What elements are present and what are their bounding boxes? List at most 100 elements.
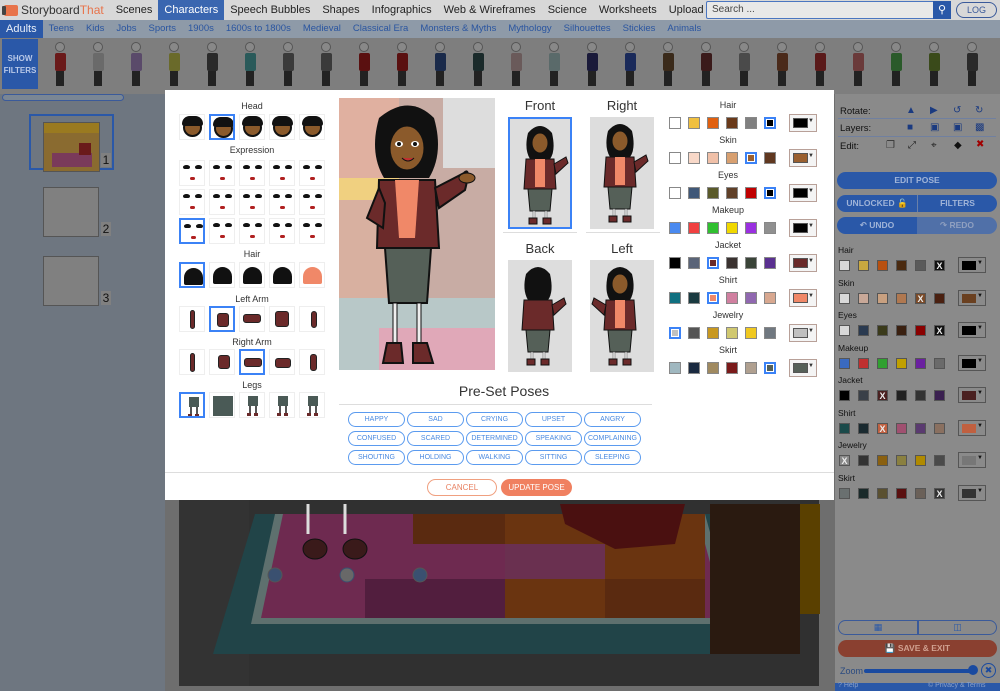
unlocked-button[interactable]: UNLOCKED 🔓 bbox=[837, 195, 917, 212]
color-swatch[interactable] bbox=[669, 257, 681, 269]
pose-button-confused[interactable]: CONFUSED bbox=[348, 431, 405, 446]
expression-option[interactable] bbox=[269, 160, 295, 186]
search-input[interactable]: Search ... bbox=[706, 1, 950, 19]
color-swatch[interactable] bbox=[707, 362, 719, 374]
color-swatch[interactable]: X bbox=[915, 292, 926, 304]
cell-thumbnail-3[interactable] bbox=[43, 256, 99, 306]
color-picker-dropdown[interactable]: ▼ bbox=[958, 354, 986, 371]
color-swatch[interactable] bbox=[858, 487, 869, 499]
color-swatch[interactable] bbox=[934, 455, 945, 466]
head-option[interactable] bbox=[239, 114, 265, 140]
send-backward-icon[interactable]: ▣ bbox=[953, 122, 962, 133]
cancel-button[interactable]: CANCEL bbox=[427, 479, 497, 496]
head-option[interactable] bbox=[209, 114, 235, 140]
character-thumbnail[interactable] bbox=[776, 42, 788, 90]
right-arm-option[interactable] bbox=[269, 349, 295, 375]
pose-button-happy[interactable]: HAPPY bbox=[348, 412, 405, 427]
color-swatch[interactable] bbox=[688, 362, 700, 374]
help-link[interactable]: ? Help bbox=[838, 682, 858, 689]
show-filters-button[interactable]: SHOW FILTERS bbox=[2, 39, 38, 89]
pose-button-complaining[interactable]: COMPLAINING bbox=[584, 431, 641, 446]
crop-icon[interactable]: ⌖ bbox=[931, 140, 937, 151]
color-swatch[interactable] bbox=[726, 187, 738, 199]
left-arm-option[interactable] bbox=[269, 306, 295, 332]
color-swatch[interactable] bbox=[858, 357, 869, 369]
hair-option[interactable] bbox=[179, 262, 205, 288]
view-option-right[interactable] bbox=[590, 117, 654, 229]
nav-item-science[interactable]: Science bbox=[542, 0, 593, 20]
color-swatch[interactable] bbox=[896, 390, 907, 401]
subnav-tab-monsters-myths[interactable]: Monsters & Myths bbox=[414, 20, 502, 38]
legs-option[interactable] bbox=[299, 392, 325, 418]
color-swatch[interactable] bbox=[896, 292, 907, 304]
character-thumbnail[interactable] bbox=[92, 42, 104, 90]
color-swatch[interactable] bbox=[896, 487, 907, 499]
character-thumbnail[interactable] bbox=[358, 42, 370, 90]
color-swatch[interactable] bbox=[915, 487, 926, 499]
color-swatch[interactable] bbox=[745, 187, 757, 199]
color-swatch[interactable] bbox=[669, 222, 681, 234]
character-thumbnail[interactable] bbox=[700, 42, 712, 90]
head-option[interactable] bbox=[269, 114, 295, 140]
color-swatch[interactable] bbox=[877, 357, 888, 369]
logout-button[interactable]: LOG OUT bbox=[956, 2, 997, 29]
cell-thumbnail-1[interactable] bbox=[43, 122, 100, 172]
view-option-back[interactable] bbox=[508, 260, 572, 372]
color-swatch[interactable]: X bbox=[877, 422, 888, 434]
nav-item-characters[interactable]: Characters bbox=[158, 0, 225, 20]
color-picker-dropdown[interactable]: ▼ bbox=[958, 452, 986, 468]
color-swatch[interactable] bbox=[726, 152, 738, 164]
character-thumbnail[interactable] bbox=[966, 42, 978, 90]
character-thumbnail[interactable] bbox=[434, 42, 446, 90]
expression-option[interactable] bbox=[239, 218, 265, 244]
color-swatch[interactable] bbox=[915, 325, 926, 336]
color-swatch[interactable] bbox=[764, 222, 776, 234]
character-thumbnail[interactable] bbox=[890, 42, 902, 90]
color-swatch[interactable] bbox=[745, 222, 757, 234]
color-swatch[interactable] bbox=[669, 152, 681, 164]
subnav-tab-teens[interactable]: Teens bbox=[43, 20, 80, 38]
color-swatch[interactable]: X bbox=[934, 325, 945, 336]
pose-button-scared[interactable]: SCARED bbox=[407, 431, 464, 446]
color-swatch[interactable] bbox=[707, 187, 719, 199]
character-thumbnail[interactable] bbox=[852, 42, 864, 90]
character-thumbnail[interactable] bbox=[928, 42, 940, 90]
character-thumbnail[interactable] bbox=[586, 42, 598, 90]
pose-button-sitting[interactable]: SITTING bbox=[525, 450, 582, 465]
pose-button-angry[interactable]: ANGRY bbox=[584, 412, 641, 427]
left-arm-option[interactable] bbox=[179, 306, 205, 332]
color-swatch[interactable]: X bbox=[839, 455, 850, 466]
subnav-tab-kids[interactable]: Kids bbox=[80, 20, 110, 38]
character-thumbnail[interactable] bbox=[814, 42, 826, 90]
color-swatch[interactable] bbox=[896, 325, 907, 336]
color-swatch[interactable] bbox=[934, 357, 945, 369]
color-swatch[interactable] bbox=[669, 187, 681, 199]
character-thumbnail[interactable] bbox=[624, 42, 636, 90]
color-swatch[interactable] bbox=[745, 362, 757, 374]
expression-option[interactable] bbox=[179, 189, 205, 215]
color-picker-dropdown[interactable]: ▼ bbox=[958, 387, 986, 403]
rotate-left-icon[interactable]: ↺ bbox=[953, 105, 961, 116]
character-thumbnail[interactable] bbox=[472, 42, 484, 90]
color-swatch[interactable] bbox=[858, 292, 869, 304]
color-swatch[interactable] bbox=[915, 390, 926, 401]
color-swatch[interactable] bbox=[688, 327, 700, 339]
head-option[interactable] bbox=[179, 114, 205, 140]
color-swatch[interactable] bbox=[745, 152, 757, 164]
color-picker-dropdown[interactable]: ▼ bbox=[958, 289, 986, 306]
bring-forward-icon[interactable]: ▣ bbox=[930, 122, 939, 133]
color-swatch[interactable] bbox=[764, 327, 776, 339]
subnav-tab-jobs[interactable]: Jobs bbox=[110, 20, 142, 38]
redo-button[interactable]: ↷ REDO bbox=[917, 217, 997, 234]
character-thumbnail[interactable] bbox=[396, 42, 408, 90]
subnav-tab-stickies[interactable]: Stickies bbox=[617, 20, 662, 38]
edit-pose-button[interactable]: EDIT POSE bbox=[837, 172, 997, 189]
color-swatch[interactable] bbox=[726, 327, 738, 339]
expression-option[interactable] bbox=[179, 160, 205, 186]
color-swatch[interactable] bbox=[858, 260, 869, 271]
legs-option[interactable] bbox=[209, 392, 235, 418]
color-swatch[interactable] bbox=[726, 257, 738, 269]
zoom-fit-button[interactable]: ✖ bbox=[981, 663, 996, 678]
color-swatch[interactable] bbox=[858, 390, 869, 401]
search-button[interactable]: ⚲ bbox=[933, 1, 951, 19]
